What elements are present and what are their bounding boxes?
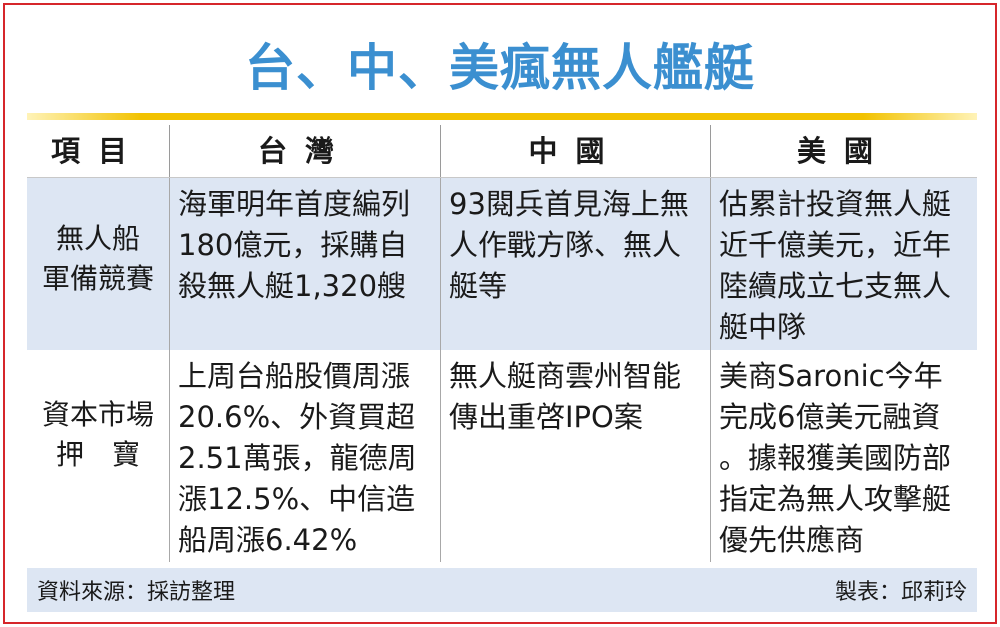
footer-bar: 資料來源：採訪整理 製表：邱莉玲 [27, 568, 977, 612]
title-divider [27, 113, 977, 120]
cell-taiwan: 海軍明年首度編列 180億元，採購自 殺無人艇1,320艘 [170, 178, 441, 350]
page-title: 台、中、美瘋無人艦艇 [245, 39, 755, 97]
table-row: 資本市場 押 寶 上周台船股價周漲 20.6%、外資買超 2.51萬張，龍德周 … [27, 350, 977, 562]
source-note: 資料來源：採訪整理 [37, 580, 236, 605]
table-header-row: 項目 台灣 中國 美國 [27, 125, 977, 178]
cell-taiwan: 上周台船股價周漲 20.6%、外資買超 2.51萬張，龍德周 漲12.5%、中信… [170, 350, 441, 562]
row-label: 資本市場 押 寶 [27, 350, 170, 562]
infographic-frame: 台、中、美瘋無人艦艇 項目 台灣 中國 美國 無人船 軍備競賽 海軍明年首度編列… [3, 3, 997, 624]
header-taiwan: 台灣 [170, 125, 441, 177]
cell-usa: 估累計投資無人艇 近千億美元，近年 陸續成立七支無人 艇中隊 [719, 187, 952, 344]
cell-china: 無人艇商雲州智能 傳出重啓IPO案 [441, 350, 711, 562]
comparison-table: 項目 台灣 中國 美國 無人船 軍備競賽 海軍明年首度編列 180億元，採購自 … [27, 125, 977, 562]
cell-usa: 美商Saronic今年 完成6億美元融資 。據報獲美國防部 指定為無人攻擊艇 優… [719, 359, 952, 557]
cell-china: 93閱兵首見海上無 人作戰方隊、無人 艇等 [441, 178, 711, 350]
row-label: 無人船 軍備競賽 [27, 178, 170, 350]
header-usa: 美國 [796, 134, 891, 168]
header-item: 項目 [27, 125, 170, 177]
header-china: 中國 [441, 125, 711, 177]
author-credit: 製表：邱莉玲 [834, 580, 967, 605]
table-row: 無人船 軍備競賽 海軍明年首度編列 180億元，採購自 殺無人艇1,320艘 9… [27, 178, 977, 350]
